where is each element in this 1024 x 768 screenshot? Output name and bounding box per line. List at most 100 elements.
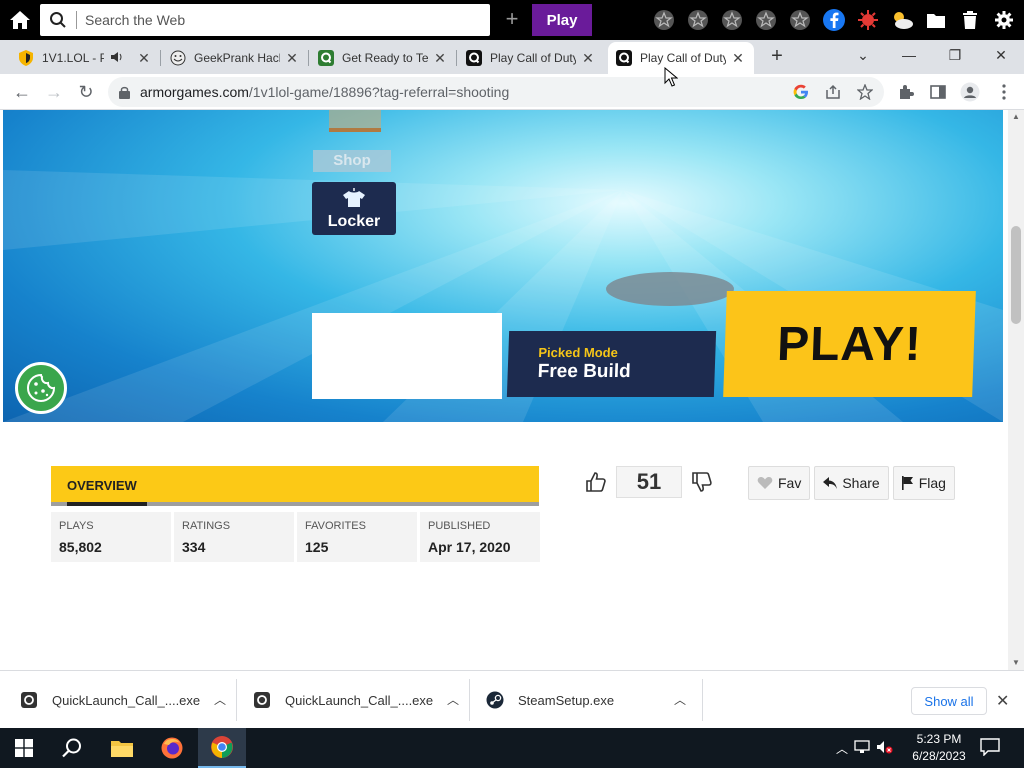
scroll-up-arrow[interactable]: ▲: [1008, 110, 1024, 124]
star-icon[interactable]: [754, 8, 778, 32]
cookie-settings-button[interactable]: [15, 362, 67, 414]
profile-avatar-icon[interactable]: [958, 80, 982, 104]
thumbs-down-icon[interactable]: [688, 468, 716, 496]
page-scrollbar[interactable]: ▲ ▼: [1008, 110, 1024, 670]
forward-arrow-icon[interactable]: →: [42, 80, 66, 104]
tab-search-icon[interactable]: ⌄: [840, 40, 886, 70]
bookmark-star-icon[interactable]: [854, 81, 876, 103]
taskbar-search-icon[interactable]: [48, 728, 96, 768]
web-page: Shop Locker Picked Mode Free Build PLAY!: [0, 110, 1008, 670]
search-input[interactable]: [85, 12, 465, 28]
game-play-label: PLAY!: [776, 317, 923, 371]
scrollbar-thumb[interactable]: [1011, 226, 1021, 324]
tab-call-of-duty-1[interactable]: Play Call of Duty ✕: [458, 42, 604, 74]
tab-title: Play Call of Duty: [640, 51, 726, 65]
close-tab-icon[interactable]: ✕: [136, 50, 152, 67]
star-icon[interactable]: [788, 8, 812, 32]
star-icon[interactable]: [686, 8, 710, 32]
flag-button[interactable]: Flag: [892, 466, 955, 500]
overview-tab-bar[interactable]: OVERVIEW: [51, 466, 539, 506]
volume-muted-icon[interactable]: [876, 740, 894, 757]
notification-icon[interactable]: [980, 738, 1002, 758]
stat-favorites: FAVORITES 125: [297, 512, 417, 562]
chevron-up-icon[interactable]: ︿: [674, 691, 686, 708]
kebab-menu-icon[interactable]: [992, 80, 1016, 104]
scroll-down-arrow[interactable]: ▼: [1008, 656, 1024, 670]
trash-icon[interactable]: [956, 6, 984, 34]
file-explorer-icon[interactable]: [98, 728, 146, 768]
close-window-button[interactable]: ✕: [978, 40, 1024, 70]
clock[interactable]: 5:23 PM 6/28/2023: [908, 731, 970, 765]
lock-icon[interactable]: [108, 86, 140, 99]
omnibox[interactable]: armorgames.com/1v1lol-game/18896?tag-ref…: [108, 77, 884, 107]
download-item[interactable]: QuickLaunch_Call_....exe ︿: [253, 679, 459, 721]
play-button[interactable]: Play: [532, 4, 592, 36]
date-text: 6/28/2023: [912, 749, 966, 763]
tab-call-of-duty-2[interactable]: Play Call of Duty ✕: [608, 42, 754, 74]
gear-icon[interactable]: [990, 6, 1018, 34]
virus-icon[interactable]: [854, 6, 882, 34]
back-arrow-icon[interactable]: ←: [10, 80, 34, 104]
stat-value: 85,802: [59, 539, 102, 555]
minimize-button[interactable]: —: [886, 40, 932, 70]
app-icon: [20, 691, 38, 709]
download-separator: [236, 679, 237, 721]
shop-art: [329, 110, 381, 132]
reload-icon[interactable]: ↻: [74, 80, 98, 104]
download-item[interactable]: SteamSetup.exe ︿: [486, 679, 686, 721]
chevron-up-tray-icon[interactable]: ︿: [836, 740, 848, 757]
tab-get-ready[interactable]: Get Ready to Test ✕: [310, 42, 457, 74]
tab-geekprank[interactable]: GeekPrank Hacker ✕: [162, 42, 309, 74]
locker-button[interactable]: Locker: [312, 182, 396, 235]
weather-icon[interactable]: [888, 6, 916, 34]
stat-key: FAVORITES: [305, 520, 366, 532]
rating-widget: 51: [582, 466, 716, 498]
windows-start-icon[interactable]: [0, 728, 48, 768]
folder-icon[interactable]: [922, 6, 950, 34]
close-tab-icon[interactable]: ✕: [284, 50, 300, 67]
add-icon[interactable]: +: [500, 8, 524, 32]
chevron-up-icon[interactable]: ︿: [214, 691, 226, 708]
mode-selector[interactable]: Picked Mode Free Build: [506, 331, 717, 397]
show-all-button[interactable]: Show all: [911, 687, 987, 715]
new-tab-button[interactable]: +: [764, 44, 790, 70]
web-search-box[interactable]: [40, 4, 490, 36]
tab-1v1lol[interactable]: 1V1.LOL - Play ✕: [10, 42, 161, 74]
url-text[interactable]: armorgames.com/1v1lol-game/18896?tag-ref…: [140, 84, 509, 100]
download-bar: QuickLaunch_Call_....exe ︿ QuickLaunch_C…: [0, 670, 1024, 728]
thumbs-up-icon[interactable]: [582, 468, 610, 496]
fav-button[interactable]: Fav: [748, 466, 811, 500]
chevron-up-icon[interactable]: ︿: [447, 691, 459, 708]
tab-title: GeekPrank Hacker: [194, 51, 280, 65]
star-icon[interactable]: [652, 8, 676, 32]
facebook-icon[interactable]: [820, 6, 848, 34]
side-panel-icon[interactable]: [926, 80, 950, 104]
shop-button[interactable]: Shop: [313, 150, 391, 172]
share-button[interactable]: Share: [814, 466, 889, 500]
close-tab-icon[interactable]: ✕: [580, 50, 596, 67]
download-item[interactable]: QuickLaunch_Call_....exe ︿: [20, 679, 226, 721]
flag-label: Flag: [918, 475, 946, 491]
game-canvas[interactable]: Shop Locker Picked Mode Free Build PLAY!: [3, 110, 1003, 422]
star-icon[interactable]: [720, 8, 744, 32]
home-icon[interactable]: [0, 0, 40, 40]
game-play-button[interactable]: PLAY!: [723, 291, 976, 397]
ad-placeholder: [312, 313, 502, 399]
restore-button[interactable]: ❐: [932, 40, 978, 70]
extensions-puzzle-icon[interactable]: [894, 80, 918, 104]
close-download-bar-icon[interactable]: ✕: [996, 691, 1009, 711]
speaker-icon[interactable]: [110, 51, 124, 66]
network-icon[interactable]: [854, 739, 870, 757]
chrome-taskbar-icon[interactable]: [198, 728, 246, 768]
close-tab-icon[interactable]: ✕: [432, 50, 448, 67]
game-stats: PLAYS 85,802 RATINGS 334 FAVORITES 125 P…: [51, 512, 540, 562]
google-icon[interactable]: [790, 81, 812, 103]
firefox-icon[interactable]: [148, 728, 196, 768]
overview-tab[interactable]: OVERVIEW: [67, 478, 137, 493]
troll-face-icon: [170, 50, 186, 66]
tab-title: 1V1.LOL - Play: [42, 51, 104, 65]
share-page-icon[interactable]: [822, 81, 844, 103]
close-tab-icon[interactable]: ✕: [730, 50, 746, 67]
stat-ratings: RATINGS 334: [174, 512, 294, 562]
search-divider: [76, 11, 77, 29]
